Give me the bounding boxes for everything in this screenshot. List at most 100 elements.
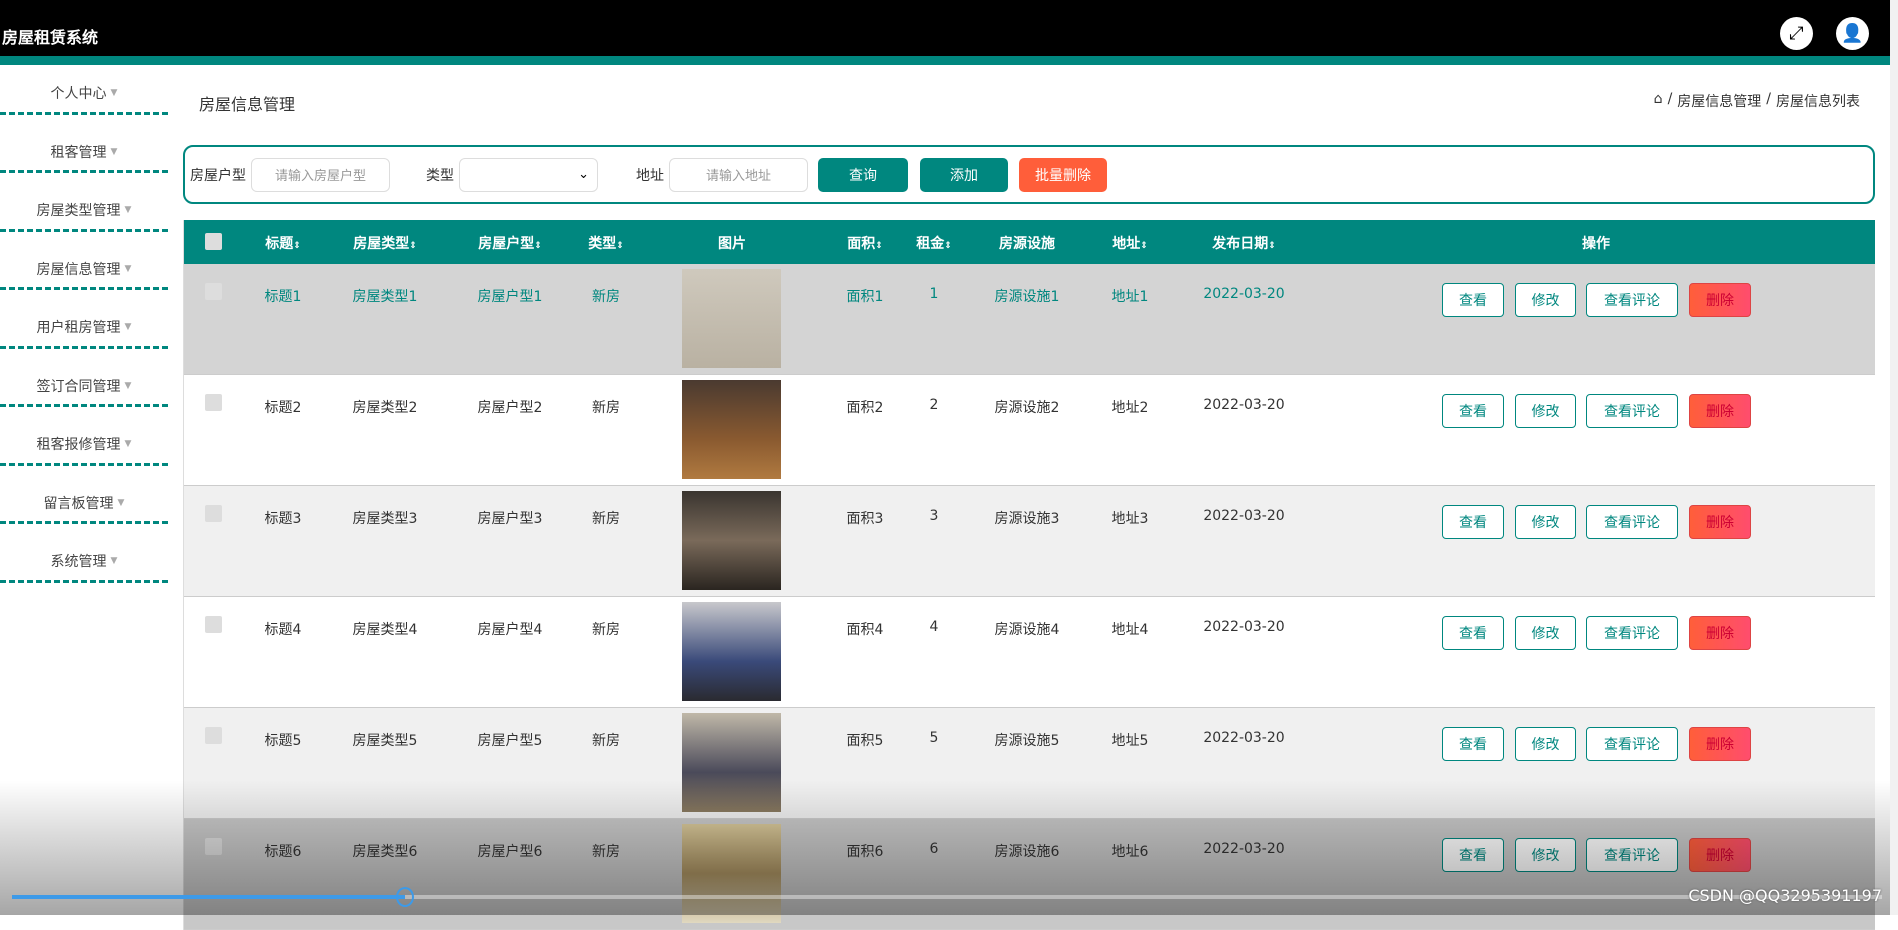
row-checkbox[interactable]: [205, 394, 222, 411]
sidebar-item[interactable]: 租客报修管理 ▼: [0, 416, 168, 466]
cell-7: 地址1: [1111, 289, 1149, 305]
delete-button[interactable]: 删除: [1689, 838, 1751, 872]
view-button[interactable]: 查看: [1442, 394, 1504, 428]
delete-button[interactable]: 删除: [1689, 505, 1751, 539]
house-photo[interactable]: [682, 380, 781, 479]
fullscreen-button[interactable]: ⤢: [1780, 17, 1813, 50]
edit-button[interactable]: 修改: [1515, 616, 1576, 650]
caret-down-icon: ▼: [117, 497, 125, 508]
house-photo[interactable]: [682, 713, 781, 812]
cell-5: 4: [929, 619, 939, 635]
column-header[interactable]: 发布日期⇕: [1212, 233, 1276, 253]
query-button[interactable]: 查询: [818, 157, 908, 192]
column-header[interactable]: 租金⇕: [916, 233, 952, 253]
column-header-label: 地址: [1112, 236, 1141, 252]
column-header[interactable]: 地址⇕: [1112, 233, 1148, 253]
view-comments-button[interactable]: 查看评论: [1586, 616, 1678, 650]
column-header[interactable]: 标题⇕: [265, 233, 301, 253]
column-header[interactable]: 房屋户型⇕: [478, 233, 542, 253]
table-header: 标题⇕ 房屋类型⇕ 房屋户型⇕ 类型⇕ 图片 面积⇕ 租金⇕ 房源设施 地址⇕ 发布日期⇕ 操作: [184, 220, 1875, 264]
column-header-label: 图片: [718, 236, 746, 252]
row-checkbox[interactable]: [205, 838, 222, 855]
edit-button[interactable]: 修改: [1515, 394, 1576, 428]
sidebar-item-label: 房屋信息管理: [36, 261, 121, 278]
sidebar-item[interactable]: 房屋信息管理 ▼: [0, 241, 168, 290]
view-button[interactable]: 查看: [1442, 838, 1504, 872]
caret-down-icon: ▼: [110, 556, 118, 567]
cell-7: 地址4: [1111, 622, 1149, 638]
huxing-input[interactable]: 请输入房屋户型: [251, 157, 390, 192]
breadcrumb: ⌂ / 房屋信息管理 / 房屋信息列表: [1653, 91, 1860, 111]
view-comments-button[interactable]: 查看评论: [1586, 505, 1678, 539]
table-row[interactable]: 标题1 房屋类型1 房屋户型1 新房 面积1 1 房源设施1 地址1 2022-03-20 查看修…: [184, 264, 1875, 375]
cell-1: 房屋类型5: [352, 733, 418, 749]
expand-icon: ⤢: [1789, 23, 1804, 44]
row-checkbox[interactable]: [205, 727, 222, 744]
table-row[interactable]: 标题5 房屋类型5 房屋户型5 新房 面积5 5 房源设施5 地址5 2022-03-20 查看修…: [184, 708, 1875, 819]
sidebar-item[interactable]: 租客管理 ▼: [0, 124, 168, 173]
edit-button[interactable]: 修改: [1515, 727, 1576, 761]
row-checkbox[interactable]: [205, 283, 222, 300]
view-comments-button[interactable]: 查看评论: [1586, 283, 1678, 317]
user-button[interactable]: 👤: [1836, 17, 1869, 50]
cell-8: 2022-03-20: [1203, 397, 1285, 413]
house-photo[interactable]: [682, 491, 781, 590]
row-checkbox[interactable]: [205, 505, 222, 522]
type-select[interactable]: ⌄: [459, 157, 598, 192]
home-icon[interactable]: ⌂: [1654, 91, 1663, 111]
column-header[interactable]: 面积⇕: [847, 233, 883, 253]
sidebar-item[interactable]: 签订合同管理 ▼: [0, 358, 168, 407]
edit-button[interactable]: 修改: [1515, 283, 1576, 317]
table-row[interactable]: 标题4 房屋类型4 房屋户型4 新房 面积4 4 房源设施4 地址4 2022-03-20 查看修…: [184, 597, 1875, 708]
cell-0: 标题5: [264, 733, 302, 749]
delete-button[interactable]: 删除: [1689, 616, 1751, 650]
view-button[interactable]: 查看: [1442, 283, 1504, 317]
column-header: 房源设施: [999, 233, 1055, 253]
breadcrumb-item[interactable]: 房屋信息管理: [1677, 91, 1761, 111]
column-header-label: 房屋户型: [478, 236, 535, 252]
cell-3: 新房: [592, 511, 620, 527]
row-checkbox[interactable]: [205, 616, 222, 633]
caret-down-icon: ▼: [124, 380, 132, 391]
sidebar-item[interactable]: 个人中心 ▼: [0, 65, 168, 115]
cell-6: 房源设施6: [994, 844, 1060, 860]
address-input[interactable]: 请输入地址: [669, 157, 808, 192]
view-button[interactable]: 查看: [1442, 727, 1504, 761]
scrollbar[interactable]: [1890, 0, 1898, 915]
cell-7: 地址3: [1111, 511, 1149, 527]
edit-button[interactable]: 修改: [1515, 505, 1576, 539]
delete-button[interactable]: 删除: [1689, 727, 1751, 761]
delete-button[interactable]: 删除: [1689, 283, 1751, 317]
cell-2: 房屋户型5: [477, 733, 543, 749]
column-header[interactable]: 类型⇕: [588, 233, 624, 253]
edit-button[interactable]: 修改: [1515, 838, 1576, 872]
view-comments-button[interactable]: 查看评论: [1586, 394, 1678, 428]
sidebar-item[interactable]: 用户租房管理 ▼: [0, 299, 168, 349]
column-header[interactable]: 房屋类型⇕: [353, 233, 417, 253]
delete-button[interactable]: 删除: [1689, 394, 1751, 428]
sidebar-item[interactable]: 留言板管理 ▼: [0, 475, 168, 524]
table-row[interactable]: 标题3 房屋类型3 房屋户型3 新房 面积3 3 房源设施3 地址3 2022-03-20 查看修…: [184, 486, 1875, 597]
batch-delete-button[interactable]: 批量删除: [1019, 157, 1107, 192]
column-header-label: 标题: [265, 236, 294, 252]
view-button[interactable]: 查看: [1442, 505, 1504, 539]
view-comments-button[interactable]: 查看评论: [1586, 838, 1678, 872]
cell-1: 房屋类型2: [352, 400, 418, 416]
sidebar-item[interactable]: 房屋类型管理 ▼: [0, 182, 168, 232]
table-row[interactable]: 标题2 房屋类型2 房屋户型2 新房 面积2 2 房源设施2 地址2 2022-03-20 查看修…: [184, 375, 1875, 486]
cell-5: 2: [929, 397, 939, 413]
table-row[interactable]: 标题6 房屋类型6 房屋户型6 新房 面积6 6 房源设施6 地址6 2022-03-20 查看修…: [184, 819, 1875, 930]
progress-knob[interactable]: [395, 887, 414, 907]
cell-5: 1: [929, 286, 939, 302]
add-button[interactable]: 添加: [920, 157, 1008, 192]
house-photo[interactable]: [682, 602, 781, 701]
house-photo[interactable]: [682, 269, 781, 368]
view-comments-button[interactable]: 查看评论: [1586, 727, 1678, 761]
house-photo[interactable]: [682, 824, 781, 923]
view-button[interactable]: 查看: [1442, 616, 1504, 650]
sidebar-item[interactable]: 系统管理 ▼: [0, 533, 168, 583]
select-all-checkbox[interactable]: [205, 233, 222, 250]
video-progress-bar[interactable]: [12, 887, 1882, 907]
cell-3: 新房: [592, 400, 620, 416]
cell-2: 房屋户型2: [477, 400, 543, 416]
